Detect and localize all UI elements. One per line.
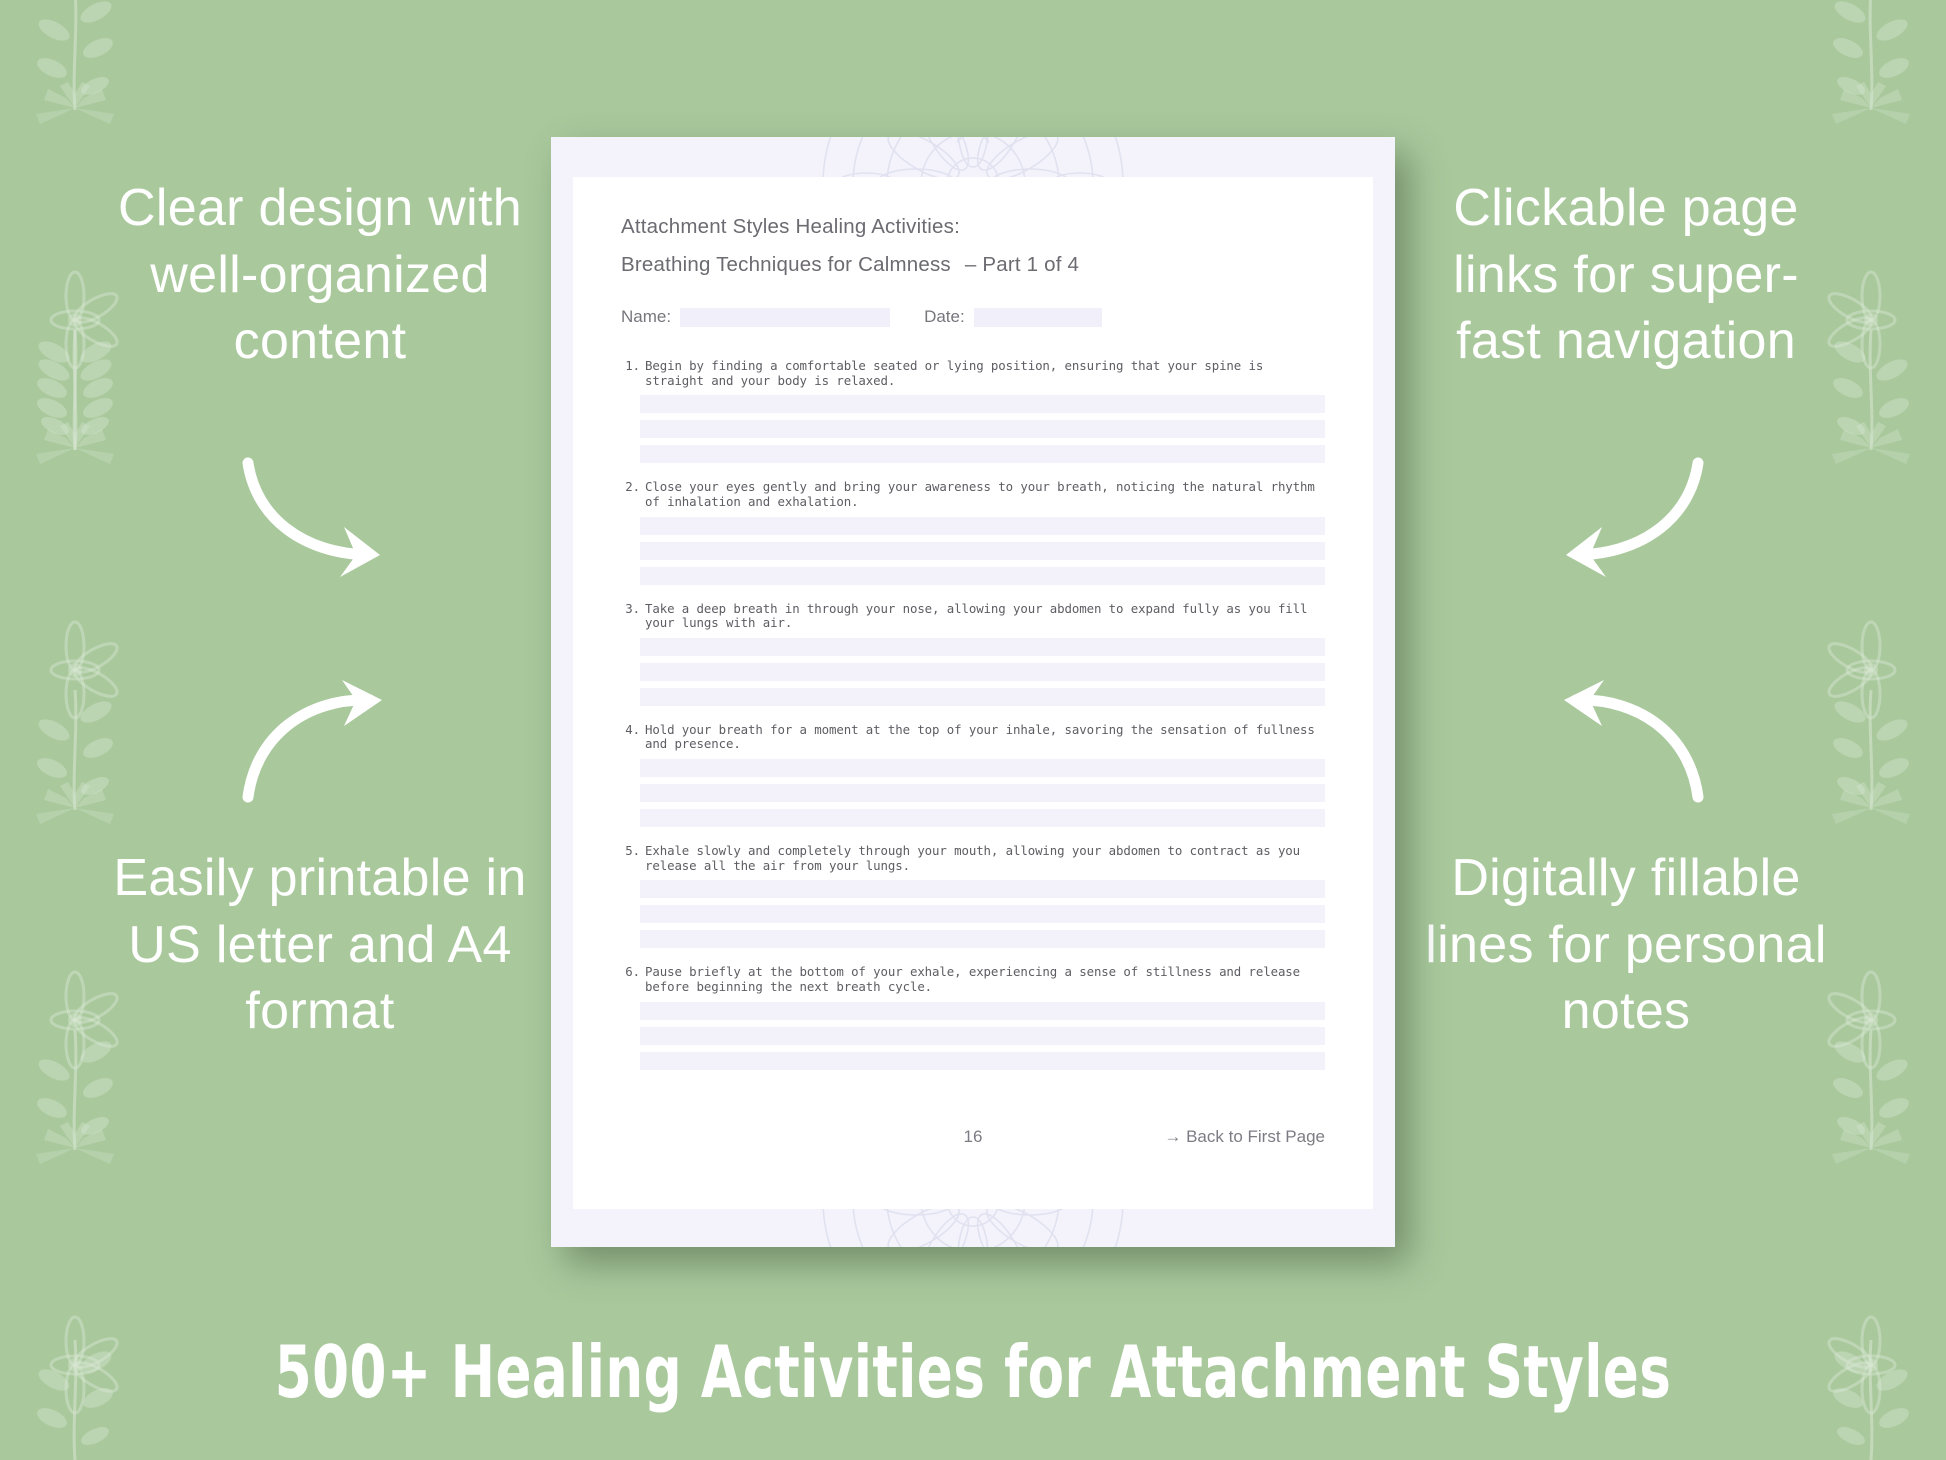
fillable-line[interactable] <box>640 784 1325 802</box>
name-date-row: Name: Date: <box>621 307 1325 327</box>
fillable-line[interactable] <box>640 516 1325 535</box>
fillable-lines <box>621 637 1325 706</box>
fillable-line[interactable] <box>640 880 1325 899</box>
activity-item-body: Begin by finding a comfortable seated or… <box>645 358 1264 388</box>
curved-arrow-up-right-icon <box>240 680 410 805</box>
activity-item-number: 6. <box>625 964 640 980</box>
fillable-lines <box>621 759 1325 827</box>
fillable-lines <box>621 1001 1325 1070</box>
activity-item-body: Exhale slowly and completely through you… <box>645 843 1301 873</box>
fillable-lines <box>621 880 1325 949</box>
activity-item: 5. Exhale slowly and completely through y… <box>621 843 1325 949</box>
fillable-line[interactable] <box>640 905 1325 924</box>
fillable-line[interactable] <box>640 637 1325 656</box>
activity-item-number: 5. <box>625 843 640 858</box>
activity-item-number: 3. <box>625 600 640 616</box>
name-label: Name: <box>621 307 672 326</box>
worksheet-document[interactable]: Attachment Styles Healing Activities: Br… <box>551 137 1395 1247</box>
back-to-first-page-link[interactable]: → Back to First Page <box>1164 1127 1325 1147</box>
document-footer: 16 → Back to First Page <box>621 1127 1325 1147</box>
curved-arrow-up-left-icon <box>1536 680 1706 805</box>
activity-item-number: 2. <box>625 479 640 495</box>
activity-item-number: 4. <box>625 721 640 737</box>
fillable-line[interactable] <box>640 445 1325 464</box>
banner-headline: 500+ Healing Activities for Attachment S… <box>274 1330 1672 1414</box>
activity-item-number: 1. <box>625 358 640 373</box>
fillable-line[interactable] <box>640 687 1325 706</box>
worksheet-page: Attachment Styles Healing Activities: Br… <box>573 177 1373 1209</box>
activity-item-body: Close your eyes gently and bring your aw… <box>645 479 1315 509</box>
fillable-line[interactable] <box>640 930 1325 949</box>
activity-item-text: 1. Begin by finding a comfortable seated … <box>621 358 1325 388</box>
date-input[interactable] <box>973 307 1102 327</box>
fillable-line[interactable] <box>640 1051 1325 1070</box>
fillable-line[interactable] <box>640 395 1325 414</box>
document-subtitle: Breathing Techniques for Calmness – Part … <box>621 253 1325 277</box>
document-part-label: – Part 1 of 4 <box>964 253 1080 276</box>
fillable-line[interactable] <box>640 420 1325 439</box>
document-title: Attachment Styles Healing Activities: <box>621 215 960 238</box>
fillable-line[interactable] <box>640 809 1325 827</box>
promo-text-top-left: Clear design with well-organized content <box>118 179 522 371</box>
fillable-line[interactable] <box>640 541 1325 560</box>
curved-arrow-down-right-icon <box>240 455 410 580</box>
promo-text-bottom-left: Easily printable in US letter and A4 for… <box>113 849 527 1041</box>
document-subtitle-text: Breathing Techniques for Calmness <box>621 253 951 276</box>
activity-item-body: Hold your breath for a moment at the top… <box>645 721 1315 752</box>
page-number: 16 <box>963 1127 983 1146</box>
curved-arrow-down-left-icon <box>1536 455 1706 580</box>
fillable-lines <box>621 516 1325 585</box>
activity-item-text: 2. Close your eyes gently and bring your … <box>621 479 1325 509</box>
fillable-lines <box>621 395 1325 464</box>
activity-item-body: Pause briefly at the bottom of your exha… <box>645 964 1301 994</box>
fillable-line[interactable] <box>640 1026 1325 1045</box>
activity-item-text: 4. Hold your breath for a moment at the t… <box>621 721 1325 752</box>
activity-item-body: Take a deep breath in through your nose,… <box>645 600 1308 631</box>
activity-item: 3. Take a deep breath in through your nos… <box>621 600 1325 706</box>
activity-list: 1. Begin by finding a comfortable seated … <box>621 358 1325 1070</box>
fillable-line[interactable] <box>640 662 1325 681</box>
promo-text-top-right: Clickable page links for super-fast navi… <box>1453 179 1799 371</box>
activity-item-text: 5. Exhale slowly and completely through y… <box>621 843 1325 873</box>
activity-item-text: 3. Take a deep breath in through your nos… <box>621 600 1325 631</box>
activity-item-text: 6. Pause briefly at the bottom of your ex… <box>621 964 1325 994</box>
fillable-line[interactable] <box>640 1001 1325 1020</box>
activity-item: 6. Pause briefly at the bottom of your ex… <box>621 964 1325 1070</box>
fillable-line[interactable] <box>640 566 1325 585</box>
activity-item: 2. Close your eyes gently and bring your … <box>621 479 1325 585</box>
activity-item: 4. Hold your breath for a moment at the t… <box>621 721 1325 827</box>
date-label: Date: <box>924 307 965 326</box>
fillable-line[interactable] <box>640 759 1325 777</box>
promo-text-bottom-right: Digitally fillable lines for personal no… <box>1425 849 1827 1041</box>
name-input[interactable] <box>680 307 891 327</box>
activity-item: 1. Begin by finding a comfortable seated … <box>621 358 1325 464</box>
